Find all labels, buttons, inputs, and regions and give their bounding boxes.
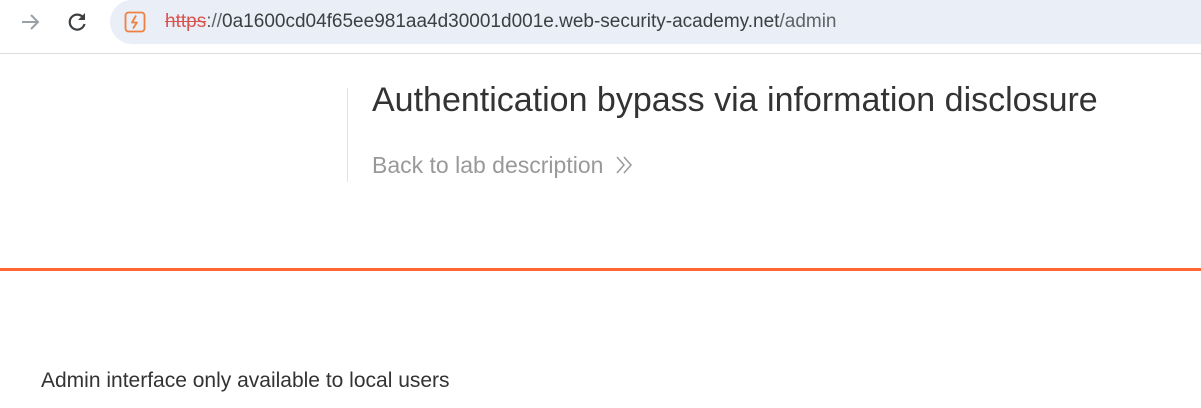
- back-to-lab-description-link[interactable]: Back to lab description: [372, 151, 635, 179]
- url-host: 0a1600cd04f65ee981aa4d30001d001e.web-sec…: [222, 11, 780, 32]
- url-path: /admin: [779, 11, 837, 32]
- address-bar[interactable]: https://0a1600cd04f65ee981aa4d30001d001e…: [110, 0, 1201, 44]
- lab-title: Authentication bypass via information di…: [372, 81, 1098, 119]
- header-vertical-rule: [347, 88, 348, 182]
- forward-button[interactable]: [16, 8, 44, 36]
- site-warning-icon[interactable]: [124, 11, 146, 33]
- browser-toolbar: https://0a1600cd04f65ee981aa4d30001d001e…: [0, 0, 1201, 44]
- back-link-label: Back to lab description: [372, 152, 604, 178]
- url-separator: ://: [206, 11, 223, 32]
- admin-message: Admin interface only available to local …: [41, 369, 450, 392]
- reload-icon: [68, 13, 86, 31]
- url-text[interactable]: https://0a1600cd04f65ee981aa4d30001d001e…: [165, 11, 837, 33]
- lab-header: Authentication bypass via information di…: [0, 54, 1201, 268]
- reload-button[interactable]: [63, 8, 91, 36]
- header-accent-rule: [0, 268, 1201, 271]
- url-scheme: https: [165, 11, 207, 32]
- forward-arrow-icon: [22, 14, 40, 30]
- double-chevron-right-icon: [616, 156, 633, 174]
